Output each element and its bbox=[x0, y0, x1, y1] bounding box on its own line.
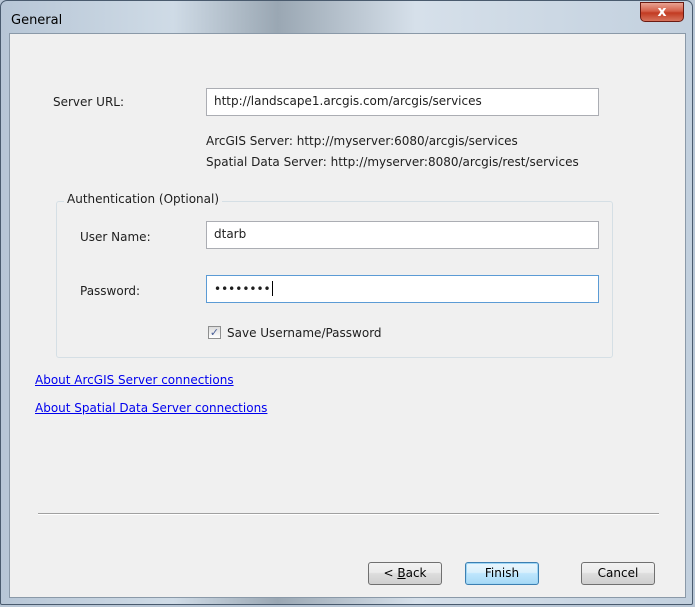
username-label: User Name: bbox=[80, 230, 151, 244]
window-title: General bbox=[11, 13, 63, 28]
spatial-server-hint: Spatial Data Server: http://myserver:808… bbox=[206, 155, 579, 169]
server-url-input[interactable]: http://landscape1.arcgis.com/arcgis/serv… bbox=[206, 88, 599, 116]
text-caret bbox=[271, 281, 273, 296]
finish-button[interactable]: Finish bbox=[465, 562, 539, 585]
close-icon: x bbox=[657, 4, 667, 20]
cancel-button[interactable]: Cancel bbox=[581, 562, 655, 585]
authentication-group-title: Authentication (Optional) bbox=[64, 192, 223, 206]
password-label: Password: bbox=[80, 284, 141, 298]
save-credentials-label[interactable]: Save Username/Password bbox=[227, 326, 382, 340]
close-button[interactable]: x bbox=[640, 2, 684, 22]
username-input[interactable]: dtarb bbox=[206, 221, 599, 249]
title-bar[interactable]: General x bbox=[1, 1, 692, 34]
dialog-client-area: Server URL: http://landscape1.arcgis.com… bbox=[9, 33, 686, 598]
dialog-window: General x Server URL: http://landscape1.… bbox=[0, 0, 693, 605]
about-spatial-data-server-link[interactable]: About Spatial Data Server connections bbox=[35, 401, 267, 415]
server-url-label: Server URL: bbox=[53, 95, 125, 109]
password-mask: •••••••• bbox=[214, 282, 271, 296]
back-button-accelerator: B bbox=[397, 566, 406, 580]
back-button-rest: ack bbox=[405, 566, 427, 580]
about-arcgis-server-link[interactable]: About ArcGIS Server connections bbox=[35, 373, 234, 387]
arcgis-server-hint: ArcGIS Server: http://myserver:6080/arcg… bbox=[206, 134, 518, 148]
password-input[interactable]: •••••••• bbox=[206, 275, 599, 303]
back-button[interactable]: < Back bbox=[368, 562, 442, 585]
footer-separator bbox=[38, 513, 659, 515]
save-credentials-checkbox[interactable]: ✓ bbox=[208, 326, 221, 339]
checkmark-icon: ✓ bbox=[209, 326, 220, 339]
back-button-prefix: < bbox=[383, 566, 398, 580]
